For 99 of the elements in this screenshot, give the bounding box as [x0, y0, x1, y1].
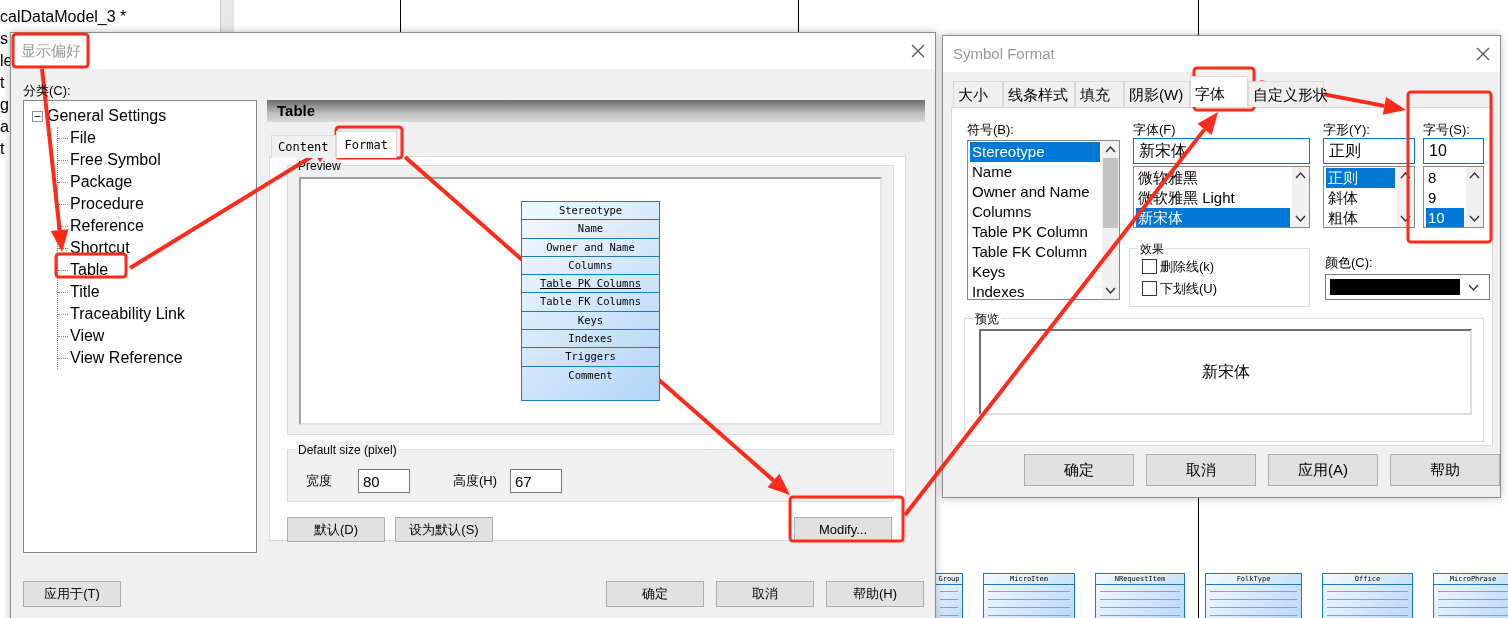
input-field[interactable]: 正则 — [1323, 138, 1415, 164]
apply-to-button[interactable]: 应用于(T) — [23, 581, 121, 607]
dialog-button[interactable]: 应用(A) — [1268, 454, 1378, 486]
tree-label: g — [0, 95, 9, 115]
symbol-row: Stereotype — [522, 202, 659, 221]
highlight-box — [1192, 66, 1256, 112]
tab[interactable]: 线条样式 — [1003, 81, 1075, 107]
action-button[interactable]: 默认(D) — [287, 517, 385, 542]
dialog-button[interactable]: 帮助 — [1390, 454, 1500, 486]
symbol-row: Indexes — [522, 330, 659, 349]
tab[interactable]: 大小 — [953, 81, 1003, 107]
field-label: 字号(S): — [1423, 121, 1470, 139]
checkbox[interactable] — [1142, 281, 1157, 297]
collapse-icon[interactable] — [32, 110, 43, 122]
tree-label: s — [0, 29, 8, 49]
dialog-button[interactable]: 确定 — [1024, 454, 1134, 486]
field-label: 高度(H) — [453, 472, 499, 491]
tree-item[interactable]: View — [70, 325, 105, 347]
field-label: 颜色(C): — [1325, 254, 1373, 272]
action-button[interactable]: 设为默认(S) — [395, 517, 493, 542]
symbol-row: Triggers — [522, 348, 659, 367]
tree-item[interactable]: Reference — [70, 215, 144, 237]
tree-item[interactable]: Table — [70, 259, 109, 281]
tree-item[interactable]: File — [70, 127, 96, 149]
field-label: 字体(F) — [1133, 121, 1176, 139]
scroll-up-icon[interactable] — [1295, 170, 1306, 181]
symbol-row: Owner and Name — [522, 238, 659, 257]
list-item[interactable]: Table PK Column — [970, 222, 1100, 242]
list-item[interactable]: Indexes — [970, 282, 1100, 299]
panel-title: Table — [267, 100, 925, 122]
tree-item[interactable]: Free Symbol — [70, 149, 161, 171]
symbol-row: Table FK Columns — [522, 293, 659, 312]
window-title: 显示偏好 — [21, 40, 81, 61]
tree-item[interactable]: View Reference — [70, 347, 183, 369]
tree-label: t — [0, 139, 5, 159]
input-field[interactable]: 67 — [510, 469, 562, 493]
scroll-down-icon[interactable] — [1105, 285, 1116, 296]
dialog-button[interactable]: 确定 — [606, 581, 704, 607]
list-item[interactable]: 10 — [1426, 208, 1464, 227]
symbol-row: Columns — [522, 256, 659, 276]
list-item[interactable]: Columns — [970, 202, 1100, 222]
action-button[interactable]: Modify... — [794, 517, 892, 542]
list-item[interactable]: 8 — [1426, 168, 1464, 188]
group-label: 效果 — [1138, 240, 1166, 258]
scroll-up-icon[interactable] — [1105, 144, 1116, 155]
checkbox[interactable] — [1142, 259, 1157, 275]
checkbox-label: 删除线(k) — [1160, 258, 1215, 276]
checkbox-label: 下划线(U) — [1160, 280, 1218, 298]
group-label: Default size (pixel) — [296, 441, 399, 459]
symbol-row: Keys — [522, 311, 659, 331]
field-label: 字形(Y): — [1323, 121, 1370, 139]
tree-item[interactable]: Shortcut — [70, 237, 130, 259]
table-rows-drawing — [1438, 588, 1508, 618]
list-item[interactable]: Name — [970, 162, 1100, 182]
highlight-box — [334, 125, 404, 160]
dialog-button[interactable]: 帮助(H) — [826, 581, 924, 607]
group-label: 预览 — [973, 310, 1001, 328]
tab[interactable]: 填充 — [1075, 81, 1124, 107]
input-field[interactable]: 新宋体 — [1133, 138, 1310, 164]
list-item[interactable]: Owner and Name — [970, 182, 1100, 202]
tree-item[interactable]: Procedure — [70, 193, 144, 215]
tree-label: a — [0, 117, 9, 137]
scroll-down-icon[interactable] — [1469, 213, 1480, 224]
symbol-row: Table PK Columns — [522, 275, 659, 294]
symbol-row: Name — [522, 220, 659, 239]
list-item[interactable]: 9 — [1426, 188, 1464, 208]
tab[interactable]: 字体 — [1190, 76, 1248, 107]
tree-label: t — [0, 73, 5, 93]
color-dropdown[interactable] — [1325, 274, 1490, 300]
list-item[interactable]: Keys — [970, 262, 1100, 282]
list-item[interactable]: Stereotype — [970, 142, 1100, 162]
scrollbar[interactable] — [1102, 141, 1119, 299]
close-icon[interactable] — [911, 44, 925, 58]
tab[interactable]: Format — [335, 131, 397, 158]
model-title: calDataModel_3 * — [0, 7, 127, 27]
field-label: 宽度 — [306, 472, 333, 491]
scroll-up-icon[interactable] — [1469, 170, 1480, 181]
list-item[interactable]: 斜体 — [1326, 188, 1395, 208]
dialog-button[interactable]: 取消 — [1146, 454, 1256, 486]
dialog-button[interactable]: 取消 — [716, 581, 814, 607]
close-icon[interactable] — [1476, 47, 1490, 61]
input-field[interactable]: 10 — [1423, 138, 1484, 164]
window-title: Symbol Format — [953, 43, 1055, 64]
list-item[interactable]: Table FK Column — [970, 242, 1100, 262]
list-item[interactable]: 正则 — [1326, 168, 1395, 188]
tab[interactable]: 阴影(W) — [1124, 81, 1190, 107]
field-label: 符号(B): — [967, 121, 1014, 139]
table-rows-drawing — [940, 588, 958, 618]
tree-item[interactable]: Title — [70, 281, 100, 303]
input-field[interactable]: 80 — [358, 469, 410, 493]
symbol-row-text: Comment — [567, 367, 614, 383]
list-item[interactable]: 粗体 — [1326, 208, 1395, 227]
tree-item[interactable]: Package — [70, 171, 133, 193]
scrollbar[interactable] — [1466, 167, 1483, 227]
preview-text: 新宋体 — [1201, 362, 1250, 382]
tab[interactable]: Content — [271, 135, 336, 158]
tree-item[interactable]: Traceability Link — [70, 303, 185, 325]
scrollbar[interactable] — [1292, 167, 1309, 227]
scroll-down-icon[interactable] — [1295, 213, 1306, 224]
